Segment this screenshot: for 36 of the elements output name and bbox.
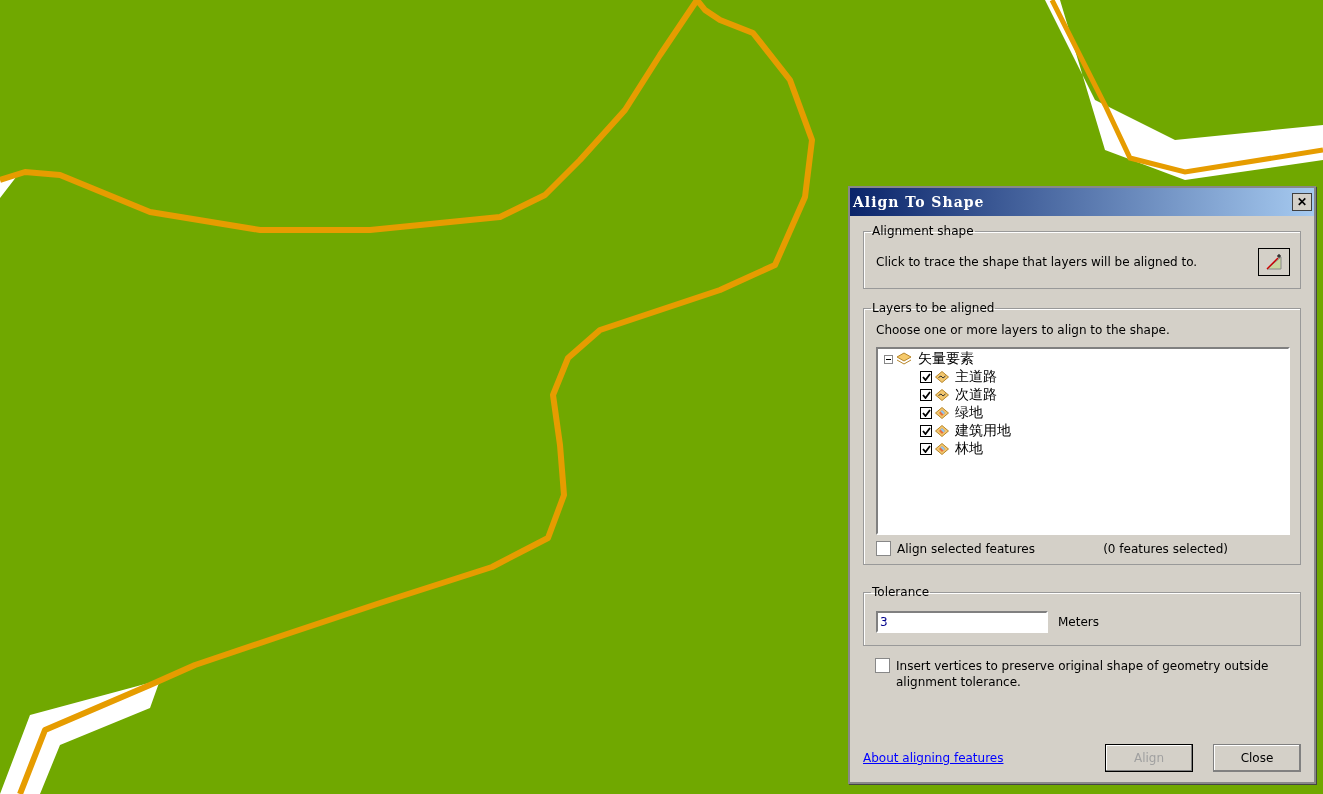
help-link[interactable]: About aligning features (863, 751, 1004, 765)
polygon-layer-icon (935, 425, 949, 437)
selected-count: (0 features selected) (1103, 541, 1228, 556)
group-label: Alignment shape (871, 224, 975, 238)
tree-item[interactable]: 次道路 (955, 386, 997, 404)
tree-item[interactable]: 绿地 (955, 404, 983, 422)
tree-item[interactable]: 主道路 (955, 368, 997, 386)
trace-pen-icon (1265, 254, 1283, 270)
checkbox[interactable] (920, 371, 932, 383)
checkbox-label: Align selected features (897, 541, 1035, 556)
tree-item[interactable]: 矢量要素 (918, 350, 974, 368)
unit-label: Meters (1058, 615, 1099, 629)
group-label: Tolerance (871, 585, 931, 599)
window-title: Align To Shape (853, 194, 985, 210)
close-button[interactable]: ✕ (1292, 193, 1312, 211)
instruction-text: Choose one or more layers to align to the shape. (876, 323, 1171, 337)
instruction-text: Click to trace the shape that layers will be aligned to. (876, 255, 1198, 269)
line-layer-icon (935, 371, 949, 383)
tree-item[interactable]: 林地 (955, 440, 983, 458)
layer-group-icon (896, 352, 912, 366)
polygon-layer-icon (935, 407, 949, 419)
dialog-button[interactable]: Close (1213, 744, 1301, 772)
group-label: Layers to be aligned (871, 301, 996, 315)
checkbox[interactable] (920, 407, 932, 419)
checkbox[interactable] (875, 658, 890, 673)
expand-toggle[interactable] (884, 354, 893, 364)
checkbox[interactable] (920, 443, 932, 455)
polygon-layer-icon (935, 443, 949, 455)
trace-shape-button[interactable] (1258, 248, 1290, 276)
checkbox[interactable] (920, 389, 932, 401)
checkbox-label: Insert vertices to preserve original shape of geometry outside alignment tolerance. (896, 658, 1270, 690)
checkbox[interactable] (920, 425, 932, 437)
checkbox[interactable] (876, 541, 891, 556)
line-layer-icon (935, 389, 949, 401)
tolerance-field[interactable]: 3 (876, 611, 1048, 633)
tree-item[interactable]: 建筑用地 (955, 422, 1011, 440)
